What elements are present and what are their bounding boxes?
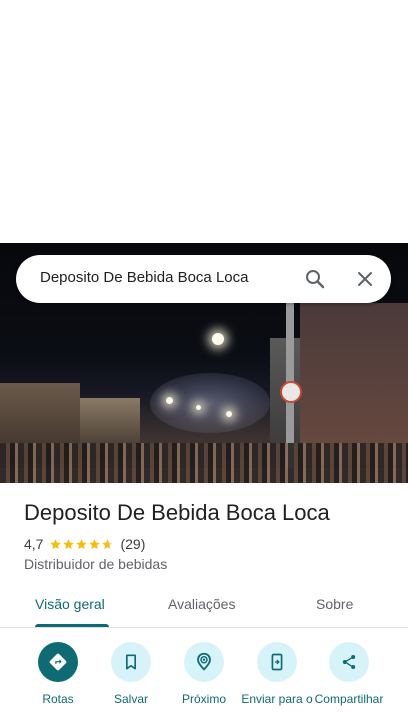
save-button[interactable]: Salvar (93, 642, 169, 706)
nearby-button[interactable]: Próximo (166, 642, 242, 706)
tab-overview[interactable]: Visão geral (35, 596, 105, 612)
directions-label: Rotas (42, 692, 74, 706)
street-lamp (212, 333, 224, 345)
share-icon (329, 642, 369, 682)
place-category: Distribuidor de bebidas (24, 556, 168, 572)
close-icon[interactable] (353, 267, 377, 291)
search-icon[interactable] (303, 267, 327, 291)
tab-reviews[interactable]: Avaliações (168, 596, 235, 612)
directions-button[interactable]: Rotas (20, 642, 96, 706)
share-label: Compartilhar (314, 692, 384, 706)
send-to-phone-label: Enviar para o (241, 692, 313, 706)
star-rating (49, 538, 114, 551)
action-buttons: Rotas Salvar Próximo Enviar para o Compa… (0, 640, 408, 726)
building (300, 303, 408, 463)
star-icon (89, 538, 101, 549)
nearby-label: Próximo (181, 692, 226, 706)
star-icon (63, 538, 75, 549)
nearby-icon (184, 642, 224, 682)
blank-header-area (0, 0, 408, 243)
crowd (0, 443, 408, 483)
bookmark-icon (111, 642, 151, 682)
directions-icon (38, 642, 78, 682)
rating-value: 4,7 (24, 536, 44, 552)
street-sign (280, 381, 302, 403)
star-icon (102, 538, 114, 549)
street-lamp (166, 397, 173, 404)
place-title: Deposito De Bebida Boca Loca (24, 500, 330, 525)
tab-about[interactable]: Sobre (316, 596, 353, 612)
rating-row[interactable]: 4,7 (29) (24, 535, 145, 553)
star-icon (76, 538, 88, 549)
tab-bar: Visão geral Avaliações Sobre (0, 584, 408, 628)
search-bar[interactable]: Deposito De Bebida Boca Loca (16, 255, 391, 303)
send-to-phone-button[interactable]: Enviar para o (239, 642, 315, 706)
street-lamp (196, 405, 201, 410)
save-label: Salvar (113, 692, 148, 706)
review-count[interactable]: (29) (120, 536, 145, 552)
star-icon (50, 538, 62, 549)
street-lamp (226, 411, 232, 417)
search-query-text[interactable]: Deposito De Bebida Boca Loca (40, 269, 248, 286)
share-button[interactable]: Compartilhar (311, 642, 387, 706)
send-to-phone-icon (257, 642, 297, 682)
active-tab-indicator (35, 624, 109, 627)
